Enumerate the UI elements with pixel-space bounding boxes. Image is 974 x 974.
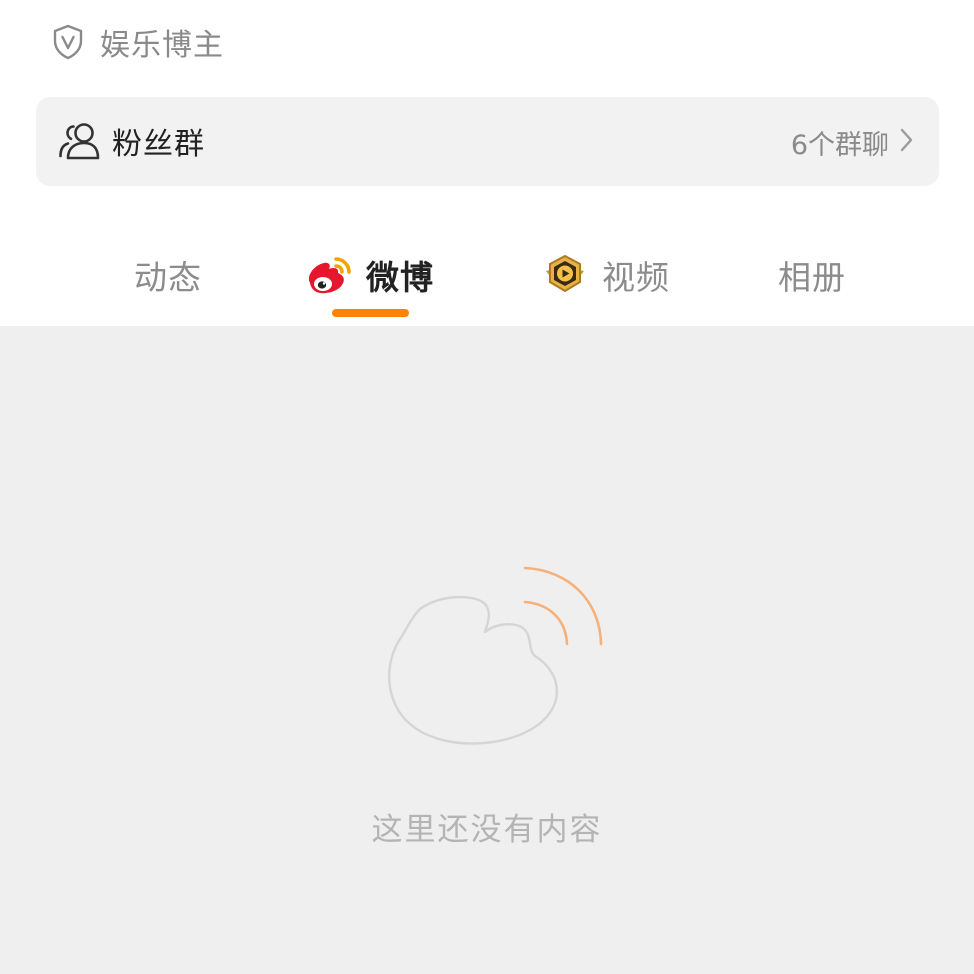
profile-header-section: 娱乐博主 粉丝群 6个群聊 动态 微博 视频 相册 xyxy=(0,0,974,326)
tab-weibo[interactable]: 微博 xyxy=(304,250,434,300)
tab-label: 微博 xyxy=(366,258,434,297)
weibo-empty-illustration xyxy=(380,564,610,754)
fans-group-label: 粉丝群 xyxy=(112,127,205,162)
verified-badge-row[interactable]: 娱乐博主 xyxy=(52,20,224,64)
fans-group-card[interactable]: 粉丝群 6个群聊 xyxy=(36,97,939,186)
shield-v-icon xyxy=(52,24,84,60)
tab-label: 相册 xyxy=(778,258,846,297)
tab-label: 视频 xyxy=(602,258,670,297)
tab-video[interactable]: 视频 xyxy=(540,250,670,300)
tab-dongtai[interactable]: 动态 xyxy=(134,250,202,300)
users-icon xyxy=(58,121,100,161)
profile-tabs: 动态 微博 视频 相册 xyxy=(0,240,974,326)
tab-album[interactable]: 相册 xyxy=(778,250,846,300)
empty-state-message: 这里还没有内容 xyxy=(371,812,603,848)
profile-page: 娱乐博主 粉丝群 6个群聊 动态 微博 视频 相册 这里还没有内容 xyxy=(0,0,974,974)
verified-label: 娱乐博主 xyxy=(100,28,224,63)
chevron-right-icon xyxy=(899,127,915,153)
tab-label: 动态 xyxy=(134,258,202,297)
video-badge-icon xyxy=(540,253,590,297)
fans-group-count: 6个群聊 xyxy=(790,130,889,161)
active-tab-indicator xyxy=(332,309,409,317)
feed-content: 这里还没有内容 xyxy=(0,326,974,974)
weibo-logo-icon xyxy=(304,253,354,297)
